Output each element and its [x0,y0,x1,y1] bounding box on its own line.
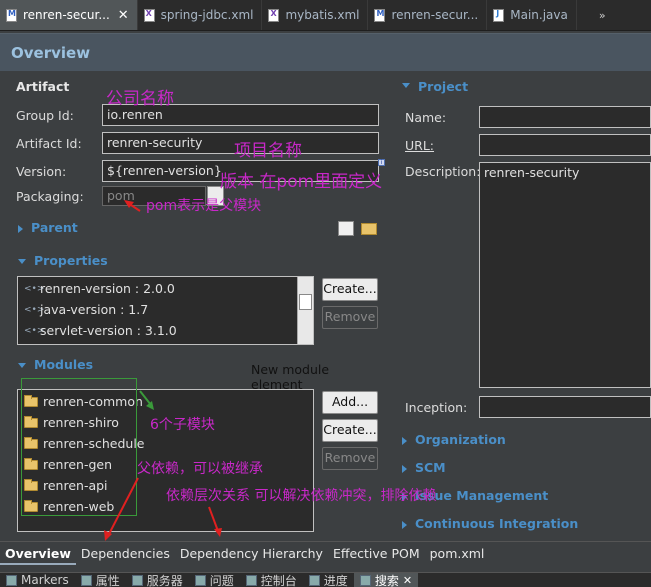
tab-overview[interactable]: Overview [0,542,76,565]
search-icon [359,574,371,586]
bottom-view-tabs: Markers 属性 服务器 问题 控制台 进度 搜索 ✕ [0,572,651,587]
pom-editor-page-tabs: Overview Dependencies Dependency Hierarc… [0,541,651,565]
editor-tab-label: spring-jdbc.xml [160,8,254,22]
chevron-double-right-icon: » [598,8,606,22]
arrow-submodules [139,390,152,406]
java-file-icon [493,8,505,22]
markers-icon [6,574,17,586]
form-header: Overview [0,33,651,71]
editor-tab-main-java[interactable]: Main.java [487,0,577,30]
editor-tab-pom-2[interactable]: renren-secur... [368,0,488,30]
editor-tab-label: renren-secur... [23,8,110,22]
properties-icon [80,574,92,586]
arrow-hierarchy [208,506,219,532]
editor-tab-spring-jdbc[interactable]: spring-jdbc.xml [138,0,263,30]
editor-tab-label: renren-secur... [391,8,479,22]
tab-pom-xml[interactable]: pom.xml [425,543,490,565]
console-icon [245,574,257,586]
editor-tab-pom[interactable]: renren-secur... ✕ [0,0,138,30]
arrow-parent-dep [107,477,139,537]
view-tab-problems[interactable]: 问题 [189,573,240,587]
editor-tab-bar: renren-secur... ✕ spring-jdbc.xml mybati… [0,0,651,31]
tab-effective-pom[interactable]: Effective POM [328,543,425,565]
tabs-overflow-button[interactable]: » [577,0,614,30]
view-tab-progress[interactable]: 进度 [303,573,354,587]
view-tab-properties[interactable]: 属性 [75,573,126,587]
close-icon[interactable]: ✕ [403,574,412,587]
progress-icon [308,574,320,586]
tab-dependency-hierarchy[interactable]: Dependency Hierarchy [175,543,328,565]
xml-file-icon [143,8,155,22]
maven-pom-icon [6,8,17,22]
overview-form: Artifact Group Id: io.renren Artifact Id… [0,71,651,541]
page-title: Overview [11,44,91,62]
tab-dependencies[interactable]: Dependencies [76,543,175,565]
annotation-arrows [104,200,222,541]
view-tab-markers[interactable]: Markers [0,573,75,587]
view-tab-servers[interactable]: 服务器 [126,573,189,587]
editor-tab-mybatis[interactable]: mybatis.xml [262,0,369,30]
maven-pom-icon [374,8,386,22]
arrowhead-icon [214,528,222,537]
close-icon[interactable]: ✕ [118,8,129,23]
view-tab-console[interactable]: 控制台 [240,573,303,587]
editor-tab-label: mybatis.xml [285,8,360,22]
servers-icon [131,574,143,586]
problems-icon [194,574,206,586]
editor-tab-label: Main.java [510,8,568,22]
xml-file-icon [268,8,280,22]
view-tab-search[interactable]: 搜索 ✕ [353,573,419,587]
